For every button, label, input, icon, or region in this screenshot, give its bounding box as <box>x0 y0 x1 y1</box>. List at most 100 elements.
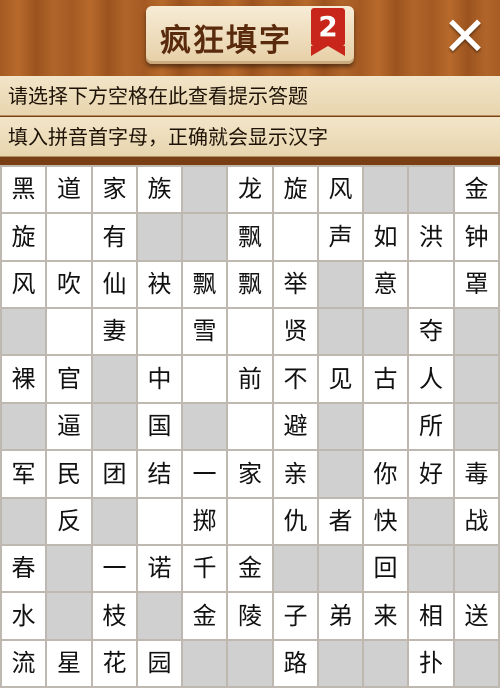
grid-cell[interactable]: 星 <box>47 641 91 686</box>
grid-cell[interactable]: 快 <box>364 499 407 544</box>
grid-cell[interactable]: 金 <box>228 546 272 591</box>
grid-cell[interactable]: 古 <box>364 356 407 402</box>
grid-cell[interactable]: 人 <box>409 356 453 402</box>
grid-cell[interactable] <box>47 214 91 260</box>
grid-cell[interactable]: 春 <box>2 546 45 591</box>
grid-cell[interactable]: 避 <box>274 404 317 449</box>
grid-cell[interactable]: 千 <box>183 546 226 591</box>
grid-cell[interactable]: 风 <box>319 167 362 212</box>
grid-cell[interactable]: 家 <box>93 167 136 212</box>
grid-cell[interactable]: 如 <box>364 214 407 260</box>
blocked-cell <box>138 214 181 260</box>
grid-cell[interactable]: 雪 <box>183 309 226 354</box>
grid-cell[interactable]: 逼 <box>47 404 91 449</box>
grid-cell[interactable]: 前 <box>228 356 272 402</box>
grid-cell[interactable]: 飘 <box>228 214 272 260</box>
grid-cell[interactable]: 见 <box>319 356 362 402</box>
grid-cell[interactable]: 意 <box>364 262 407 307</box>
grid-cell[interactable]: 掷 <box>183 499 226 544</box>
grid-cell[interactable]: 黑 <box>2 167 45 212</box>
grid-cell[interactable] <box>138 309 181 354</box>
grid-cell[interactable]: 举 <box>274 262 317 307</box>
grid-cell[interactable] <box>228 404 272 449</box>
grid-cell[interactable]: 弟 <box>319 593 362 639</box>
blocked-cell <box>364 167 407 212</box>
grid-cell[interactable]: 官 <box>47 356 91 402</box>
grid-cell[interactable]: 一 <box>183 451 226 497</box>
grid-cell[interactable]: 声 <box>319 214 362 260</box>
blocked-cell <box>93 404 136 449</box>
blocked-cell <box>409 499 453 544</box>
grid-cell[interactable]: 仙 <box>93 262 136 307</box>
grid-cell[interactable]: 贤 <box>274 309 317 354</box>
grid-cell[interactable]: 亲 <box>274 451 317 497</box>
blocked-cell <box>319 404 362 449</box>
grid-cell[interactable]: 洪 <box>409 214 453 260</box>
blocked-cell <box>183 167 226 212</box>
grid-cell[interactable]: 回 <box>364 546 407 591</box>
grid-cell[interactable]: 结 <box>138 451 181 497</box>
grid-cell[interactable]: 你 <box>364 451 407 497</box>
grid-cell[interactable]: 不 <box>274 356 317 402</box>
grid-cell[interactable]: 民 <box>47 451 91 497</box>
blocked-cell <box>47 593 91 639</box>
grid-cell[interactable]: 相 <box>409 593 453 639</box>
grid-cell[interactable]: 风 <box>2 262 45 307</box>
grid-cell[interactable]: 国 <box>138 404 181 449</box>
grid-cell[interactable] <box>47 309 91 354</box>
blocked-cell <box>364 309 407 354</box>
grid-cell[interactable]: 有 <box>93 214 136 260</box>
grid-cell[interactable]: 龙 <box>228 167 272 212</box>
grid-cell[interactable] <box>274 214 317 260</box>
grid-cell[interactable]: 者 <box>319 499 362 544</box>
grid-cell[interactable]: 扑 <box>409 641 453 686</box>
grid-cell[interactable]: 金 <box>183 593 226 639</box>
grid-cell[interactable]: 中 <box>138 356 181 402</box>
grid-cell[interactable]: 吹 <box>47 262 91 307</box>
grid-cell[interactable]: 园 <box>138 641 181 686</box>
grid-cell[interactable]: 家 <box>228 451 272 497</box>
grid-cell[interactable]: 袂 <box>138 262 181 307</box>
grid-cell[interactable]: 水 <box>2 593 45 639</box>
blocked-cell <box>409 546 453 591</box>
grid-cell[interactable]: 裸 <box>2 356 45 402</box>
grid-cell[interactable] <box>409 262 453 307</box>
grid-cell[interactable]: 金 <box>455 167 498 212</box>
grid-cell[interactable]: 好 <box>409 451 453 497</box>
grid-cell[interactable]: 子 <box>274 593 317 639</box>
grid-cell[interactable] <box>228 309 272 354</box>
grid-cell[interactable]: 诺 <box>138 546 181 591</box>
grid-cell[interactable]: 送 <box>455 593 498 639</box>
grid-cell[interactable]: 钟 <box>455 214 498 260</box>
grid-cell[interactable]: 流 <box>2 641 45 686</box>
grid-cell[interactable]: 旋 <box>2 214 45 260</box>
grid-cell[interactable]: 罩 <box>455 262 498 307</box>
grid-cell[interactable]: 花 <box>93 641 136 686</box>
blocked-cell <box>47 546 91 591</box>
grid-cell[interactable]: 毒 <box>455 451 498 497</box>
grid-cell[interactable]: 旋 <box>274 167 317 212</box>
grid-cell[interactable]: 陵 <box>228 593 272 639</box>
grid-cell[interactable]: 来 <box>364 593 407 639</box>
grid-cell[interactable]: 仇 <box>274 499 317 544</box>
grid-cell[interactable] <box>228 499 272 544</box>
blocked-cell <box>319 641 362 686</box>
grid-cell[interactable]: 战 <box>455 499 498 544</box>
grid-cell[interactable]: 飘 <box>183 262 226 307</box>
grid-cell[interactable]: 反 <box>47 499 91 544</box>
grid-cell[interactable]: 一 <box>93 546 136 591</box>
grid-cell[interactable]: 所 <box>409 404 453 449</box>
grid-cell[interactable]: 族 <box>138 167 181 212</box>
grid-cell[interactable]: 军 <box>2 451 45 497</box>
grid-cell[interactable]: 妻 <box>93 309 136 354</box>
close-button[interactable]: ✕ <box>438 10 492 64</box>
grid-cell[interactable] <box>364 404 407 449</box>
grid-cell[interactable]: 飘 <box>228 262 272 307</box>
grid-cell[interactable]: 路 <box>274 641 317 686</box>
grid-cell[interactable] <box>138 499 181 544</box>
grid-cell[interactable]: 夺 <box>409 309 453 354</box>
grid-cell[interactable]: 道 <box>47 167 91 212</box>
grid-cell[interactable]: 团 <box>93 451 136 497</box>
grid-cell[interactable]: 枝 <box>93 593 136 639</box>
grid-cell[interactable] <box>183 356 226 402</box>
